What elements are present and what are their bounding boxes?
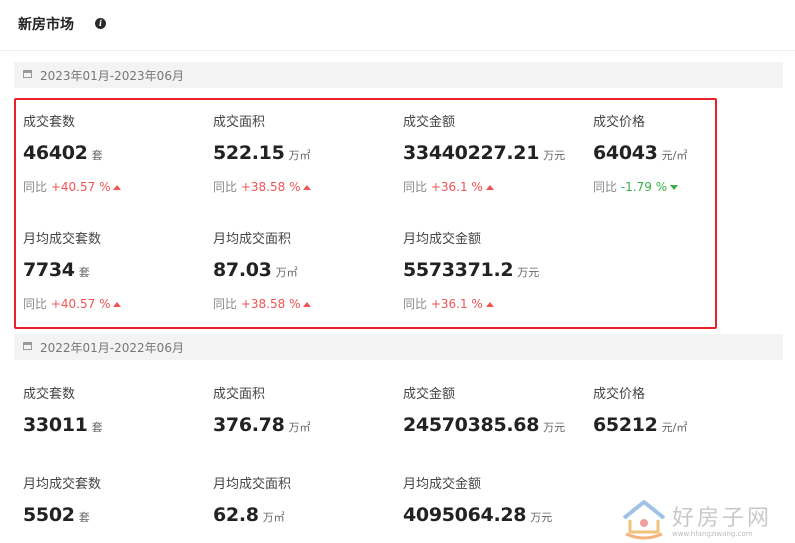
metric-label: 月均成交面积 <box>213 232 292 247</box>
metric-unit: 套 <box>91 149 103 162</box>
period-range-2022: 2022年01月-2022年06月 <box>40 341 184 355</box>
metric-unit: 万㎡ <box>288 421 311 434</box>
metric-2023-deal-price: 成交价格 64043 元/㎡ 同比 -1.79 % <box>593 111 687 195</box>
yoy-label: 同比 <box>403 297 428 311</box>
triangle-up-icon <box>303 185 312 190</box>
metric-label: 月均成交金额 <box>403 477 482 492</box>
metric-unit: 万㎡ <box>262 511 285 524</box>
metric-2022-monthly-area: 月均成交面积 62.8 万㎡ <box>213 473 291 526</box>
metric-unit: 万元 <box>517 266 540 279</box>
metric-value: 7734 <box>23 259 75 281</box>
metric-label: 成交面积 <box>213 115 266 130</box>
yoy-label: 同比 <box>23 297 48 311</box>
metric-label: 成交金额 <box>403 115 456 130</box>
watermark: 好房子网 www.hfangziwang.com <box>620 496 790 541</box>
yoy-label: 同比 <box>23 180 48 194</box>
metric-label: 月均成交金额 <box>403 232 482 247</box>
metric-value: 87.03 <box>213 259 272 281</box>
yoy-value: +36.1 % <box>430 297 483 311</box>
metric-unit: 万㎡ <box>275 266 298 279</box>
metric-2022-deal-price: 成交价格 65212 元/㎡ <box>593 383 687 436</box>
metric-unit: 万元 <box>543 149 566 162</box>
metric-2022-deal-area: 成交面积 376.78 万㎡ <box>213 383 311 436</box>
metric-2022-deal-count: 成交套数 33011 套 <box>23 383 103 436</box>
metric-value: 5573371.2 <box>403 259 514 281</box>
metric-unit: 万㎡ <box>288 149 311 162</box>
metric-value: 5502 <box>23 504 75 526</box>
metric-2023-monthly-amount: 月均成交金额 5573371.2 万元 同比 +36.1 % <box>403 228 539 312</box>
yoy-change: 同比 +36.1 % <box>403 178 565 195</box>
metric-unit: 元/㎡ <box>661 149 688 162</box>
yoy-change: 同比 +36.1 % <box>403 295 539 312</box>
yoy-change: 同比 +40.57 % <box>23 178 122 195</box>
metric-label: 月均成交套数 <box>23 232 102 247</box>
calendar-icon <box>23 342 32 350</box>
metric-label: 成交套数 <box>23 115 76 130</box>
metric-2022-deal-amount: 成交金额 24570385.68 万元 <box>403 383 565 436</box>
yoy-label: 同比 <box>593 180 618 194</box>
yoy-value: +36.1 % <box>430 180 483 194</box>
metric-label: 月均成交套数 <box>23 477 102 492</box>
yoy-value: +38.58 % <box>240 180 301 194</box>
yoy-change: 同比 +40.57 % <box>23 295 122 312</box>
metric-2023-monthly-count: 月均成交套数 7734 套 同比 +40.57 % <box>23 228 122 312</box>
metric-label: 成交金额 <box>403 387 456 402</box>
metric-unit: 万元 <box>530 511 553 524</box>
triangle-up-icon <box>113 302 122 307</box>
metric-unit: 套 <box>78 266 90 279</box>
period-bar-2023: 2023年01月-2023年06月 <box>14 62 783 88</box>
metric-label: 成交套数 <box>23 387 76 402</box>
metric-value: 33440227.21 <box>403 142 540 164</box>
triangle-down-icon <box>670 185 679 190</box>
yoy-label: 同比 <box>403 180 428 194</box>
page-header: 新房市场 i <box>0 0 795 51</box>
yoy-change: 同比 +38.58 % <box>213 178 312 195</box>
metric-unit: 套 <box>91 421 103 434</box>
triangle-up-icon <box>303 302 312 307</box>
metric-label: 成交价格 <box>593 115 646 130</box>
period-range-2023: 2023年01月-2023年06月 <box>40 69 184 83</box>
metric-2023-deal-area: 成交面积 522.15 万㎡ 同比 +38.58 % <box>213 111 312 195</box>
metric-unit: 万元 <box>543 421 566 434</box>
yoy-value: +40.57 % <box>50 180 111 194</box>
metric-2022-monthly-count: 月均成交套数 5502 套 <box>23 473 101 526</box>
info-icon[interactable]: i <box>95 18 106 29</box>
yoy-value: +38.58 % <box>240 297 301 311</box>
metric-value: 46402 <box>23 142 88 164</box>
house-logo-icon <box>622 500 666 540</box>
yoy-change: 同比 -1.79 % <box>593 178 687 195</box>
metric-unit: 套 <box>78 511 90 524</box>
metric-2022-monthly-amount: 月均成交金额 4095064.28 万元 <box>403 473 552 526</box>
metric-value: 522.15 <box>213 142 285 164</box>
metric-2023-deal-amount: 成交金额 33440227.21 万元 同比 +36.1 % <box>403 111 565 195</box>
metric-value: 33011 <box>23 414 88 436</box>
metric-unit: 元/㎡ <box>661 421 688 434</box>
yoy-label: 同比 <box>213 180 238 194</box>
metric-value: 65212 <box>593 414 658 436</box>
yoy-value: -1.79 % <box>620 180 668 194</box>
yoy-label: 同比 <box>213 297 238 311</box>
metric-value: 376.78 <box>213 414 285 436</box>
period-bar-2022: 2022年01月-2022年06月 <box>14 334 783 360</box>
triangle-up-icon <box>113 185 122 190</box>
metric-value: 64043 <box>593 142 658 164</box>
watermark-url: www.hfangziwang.com <box>672 530 753 538</box>
calendar-icon <box>23 70 32 78</box>
triangle-up-icon <box>485 185 494 190</box>
page-title: 新房市场 <box>18 17 74 33</box>
watermark-brand: 好房子网 <box>672 506 773 531</box>
metric-label: 成交面积 <box>213 387 266 402</box>
metric-2023-deal-count: 成交套数 46402 套 同比 +40.57 % <box>23 111 122 195</box>
metric-value: 62.8 <box>213 504 259 526</box>
yoy-change: 同比 +38.58 % <box>213 295 312 312</box>
metric-label: 月均成交面积 <box>213 477 292 492</box>
metric-2023-monthly-area: 月均成交面积 87.03 万㎡ 同比 +38.58 % <box>213 228 312 312</box>
metric-value: 4095064.28 <box>403 504 527 526</box>
metric-value: 24570385.68 <box>403 414 540 436</box>
triangle-up-icon <box>485 302 494 307</box>
metric-label: 成交价格 <box>593 387 646 402</box>
yoy-value: +40.57 % <box>50 297 111 311</box>
